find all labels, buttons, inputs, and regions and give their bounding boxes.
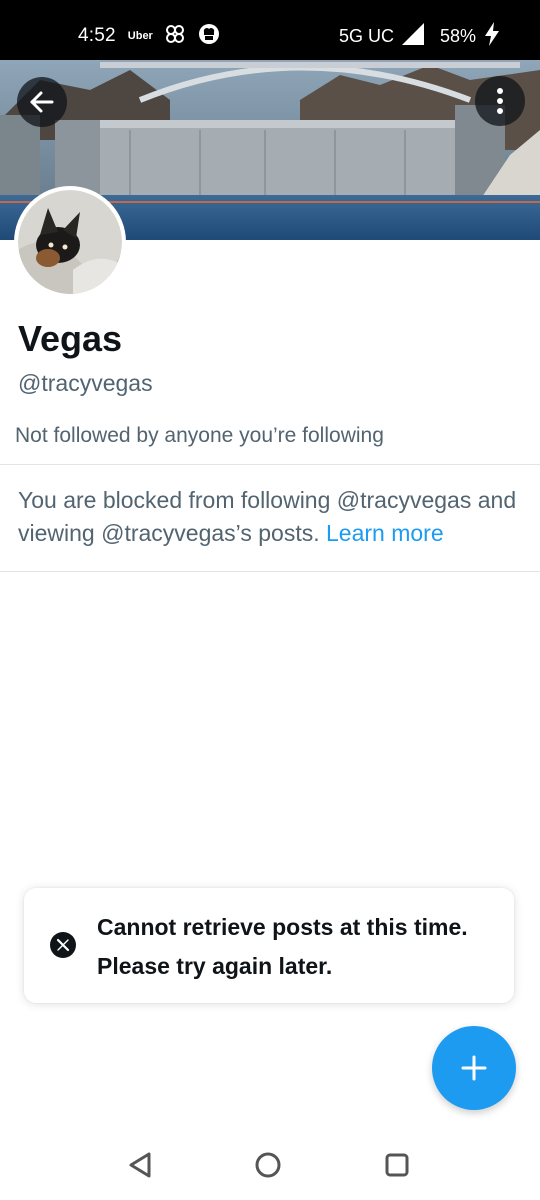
nav-back-button[interactable] [123,1148,157,1182]
followers-you-know-note: Not followed by anyone you’re following [15,424,384,447]
divider [0,571,540,572]
square-recents-icon [385,1153,409,1177]
battery-label: 58% [439,25,476,46]
divider [0,464,540,465]
back-button[interactable] [17,77,67,127]
nav-home-button[interactable] [251,1148,285,1182]
plus-icon [461,1055,487,1081]
triangle-back-icon [129,1152,151,1178]
signal-icon [401,22,424,50]
circle-home-icon [255,1152,281,1178]
learn-more-link[interactable]: Learn more [326,520,444,546]
user-handle: @tracyvegas [18,370,153,396]
arrow-left-icon [30,91,54,113]
display-name: Vegas [18,318,123,359]
error-toast: Cannot retrieve posts at this time. Plea… [24,888,514,1003]
system-nav-bar [0,1130,540,1200]
network-label: 5G UC [338,25,394,46]
more-options-button[interactable] [475,76,525,126]
dog-avatar-image [18,190,122,294]
toast-message: Cannot retrieve posts at this time. Plea… [97,914,468,979]
uber-notification-icon: Uber [127,30,153,42]
compose-post-button[interactable] [432,1026,516,1110]
chef-hat-icon [197,22,221,51]
avatar[interactable] [14,186,126,298]
nav-recents-button[interactable] [380,1148,414,1182]
more-vertical-icon [497,88,503,114]
app-notification-icon [163,22,187,51]
x-logo-icon [50,932,76,958]
blocked-notice: You are blocked from following @tracyveg… [18,484,528,550]
status-bar: 4:52 Uber 5G UC 58% [0,0,540,60]
status-time: 4:52 [78,25,116,46]
charging-icon [484,21,500,51]
